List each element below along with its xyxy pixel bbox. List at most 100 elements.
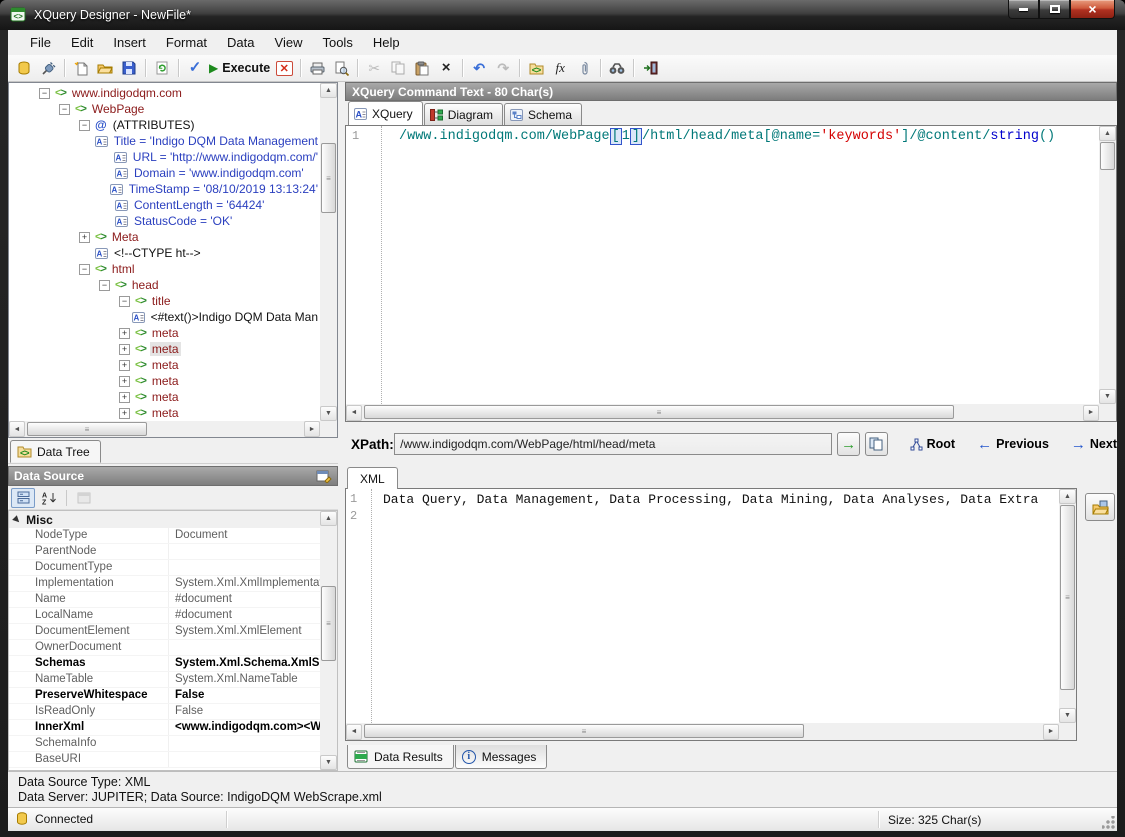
exit-button[interactable]	[638, 57, 662, 80]
xpath-go-button[interactable]: →	[837, 432, 860, 456]
find-button[interactable]	[605, 57, 629, 80]
property-row[interactable]: ImplementationSystem.Xml.XmlImplementati…	[9, 576, 320, 592]
properties-window-icon[interactable]	[316, 469, 332, 483]
print-preview-button[interactable]	[329, 57, 353, 80]
open-result-button[interactable]	[1085, 493, 1115, 521]
new-file-button[interactable]	[69, 57, 93, 80]
results-hscroll-thumb[interactable]: ≡	[364, 724, 804, 738]
expand-icon[interactable]: +	[119, 408, 130, 419]
tree-node[interactable]: +<>Meta	[9, 229, 320, 245]
scroll-up-icon[interactable]: ▲	[320, 511, 337, 526]
collapse-icon[interactable]: −	[99, 280, 110, 291]
paste-button[interactable]	[410, 57, 434, 80]
property-row[interactable]: DocumentElementSystem.Xml.XmlElement	[9, 624, 320, 640]
alphabetical-sort-button[interactable]: AZ	[37, 488, 61, 508]
menu-view[interactable]: View	[265, 31, 313, 54]
tree-node[interactable]: A<!--CTYPE ht-->	[9, 245, 320, 261]
scroll-up-icon[interactable]: ▲	[1059, 489, 1076, 504]
tree-node[interactable]: +<>meta	[9, 357, 320, 373]
tab-xquery[interactable]: A XQuery	[348, 101, 423, 125]
tree-node[interactable]: +<>meta	[9, 389, 320, 405]
expand-icon[interactable]: +	[119, 328, 130, 339]
tree-horizontal-scrollbar[interactable]: ◄ ≡ ►	[9, 421, 320, 437]
results-vscroll-thumb[interactable]: ≡	[1060, 505, 1075, 690]
tree-node[interactable]: −@(ATTRIBUTES)	[9, 117, 320, 133]
collapse-icon[interactable]: −	[59, 104, 70, 115]
results-vertical-scrollbar[interactable]: ▲ ≡ ▼	[1059, 489, 1076, 723]
expand-icon[interactable]: +	[119, 376, 130, 387]
tab-data-tree[interactable]: <> Data Tree	[10, 440, 101, 463]
tab-diagram[interactable]: Diagram	[424, 103, 503, 125]
categorized-view-button[interactable]	[11, 488, 35, 508]
property-row[interactable]: PreserveWhitespaceFalse	[9, 688, 320, 704]
tree-node[interactable]: ATitle = 'Indigo DQM Data Management	[9, 133, 320, 149]
property-row[interactable]: NameTableSystem.Xml.NameTable	[9, 672, 320, 688]
scroll-left-icon[interactable]: ◄	[9, 421, 25, 437]
connect-button[interactable]	[36, 57, 60, 80]
tree-node[interactable]: AURL = 'http://www.indigodqm.com/'	[9, 149, 320, 165]
execute-button[interactable]: ▶Execute	[207, 57, 272, 80]
cut-button[interactable]: ✂	[362, 57, 386, 80]
tree-node[interactable]: A<#text()>Indigo DQM Data Man	[9, 309, 320, 325]
tree-node[interactable]: ADomain = 'www.indigodqm.com'	[9, 165, 320, 181]
editor-vertical-scrollbar[interactable]: ▲ ▼	[1099, 126, 1116, 404]
scroll-right-icon[interactable]: ►	[1083, 405, 1099, 421]
property-pages-button[interactable]	[72, 488, 96, 508]
root-button[interactable]: Root	[910, 437, 955, 451]
undo-button[interactable]: ↶	[467, 57, 491, 80]
function-button[interactable]: fx	[548, 57, 572, 80]
menu-file[interactable]: File	[20, 31, 61, 54]
scroll-right-icon[interactable]: ►	[304, 421, 320, 437]
menu-data[interactable]: Data	[217, 31, 264, 54]
expand-icon[interactable]: +	[79, 232, 90, 243]
xquery-code-editor[interactable]: 1 /www.indigodqm.com/WebPage[1]/html/hea…	[345, 125, 1117, 422]
property-row[interactable]: SchemasSystem.Xml.Schema.XmlSc	[9, 656, 320, 672]
property-row[interactable]: SchemaInfo	[9, 736, 320, 752]
property-row[interactable]: BaseURI	[9, 752, 320, 768]
menu-insert[interactable]: Insert	[103, 31, 156, 54]
xpath-copy-button[interactable]	[865, 432, 888, 456]
menu-help[interactable]: Help	[363, 31, 410, 54]
refresh-button[interactable]	[150, 57, 174, 80]
editor-hscroll-thumb[interactable]: ≡	[364, 405, 954, 419]
save-button[interactable]	[117, 57, 141, 80]
collapse-icon[interactable]: −	[119, 296, 130, 307]
property-row[interactable]: ParentNode	[9, 544, 320, 560]
validate-button[interactable]: ✓	[183, 57, 207, 80]
data-source-button[interactable]	[12, 57, 36, 80]
tree-node[interactable]: −<>WebPage	[9, 101, 320, 117]
tree-node[interactable]: −<>title	[9, 293, 320, 309]
tree-hscroll-thumb[interactable]: ≡	[27, 422, 147, 436]
expand-icon[interactable]: +	[119, 392, 130, 403]
delete-button[interactable]: ×	[434, 57, 458, 80]
property-row[interactable]: LocalName#document	[9, 608, 320, 624]
tab-schema[interactable]: Schema	[504, 103, 582, 125]
menu-format[interactable]: Format	[156, 31, 217, 54]
results-horizontal-scrollbar[interactable]: ◄ ≡ ►	[346, 723, 1059, 740]
copy-button[interactable]	[386, 57, 410, 80]
property-row[interactable]: IsReadOnlyFalse	[9, 704, 320, 720]
xpath-input[interactable]	[394, 433, 832, 455]
scroll-up-icon[interactable]: ▲	[320, 83, 337, 98]
collapse-icon[interactable]: −	[79, 120, 90, 131]
tree-node[interactable]: −<>html	[9, 261, 320, 277]
tab-xml[interactable]: XML	[347, 467, 398, 489]
editor-horizontal-scrollbar[interactable]: ◄ ≡ ►	[346, 404, 1099, 421]
scroll-up-icon[interactable]: ▲	[1099, 126, 1116, 141]
scroll-down-icon[interactable]: ▼	[1059, 708, 1076, 723]
scroll-down-icon[interactable]: ▼	[320, 406, 337, 421]
property-row[interactable]: Name#document	[9, 592, 320, 608]
collapse-icon[interactable]: −	[79, 264, 90, 275]
resize-grip[interactable]	[1102, 816, 1115, 829]
close-button[interactable]: ×	[1070, 0, 1115, 19]
tab-messages[interactable]: i Messages	[455, 745, 548, 769]
tree-node[interactable]: +<>meta	[9, 373, 320, 389]
editor-vscroll-thumb[interactable]	[1100, 142, 1115, 170]
menu-tools[interactable]: Tools	[312, 31, 362, 54]
previous-button[interactable]: ← Previous	[977, 436, 1049, 453]
attach-button[interactable]	[572, 57, 596, 80]
stop-button[interactable]: ✕	[272, 57, 296, 80]
tree-node[interactable]: +<>meta	[9, 325, 320, 341]
tab-data-results[interactable]: Data Results	[347, 745, 454, 769]
open-file-button[interactable]	[93, 57, 117, 80]
